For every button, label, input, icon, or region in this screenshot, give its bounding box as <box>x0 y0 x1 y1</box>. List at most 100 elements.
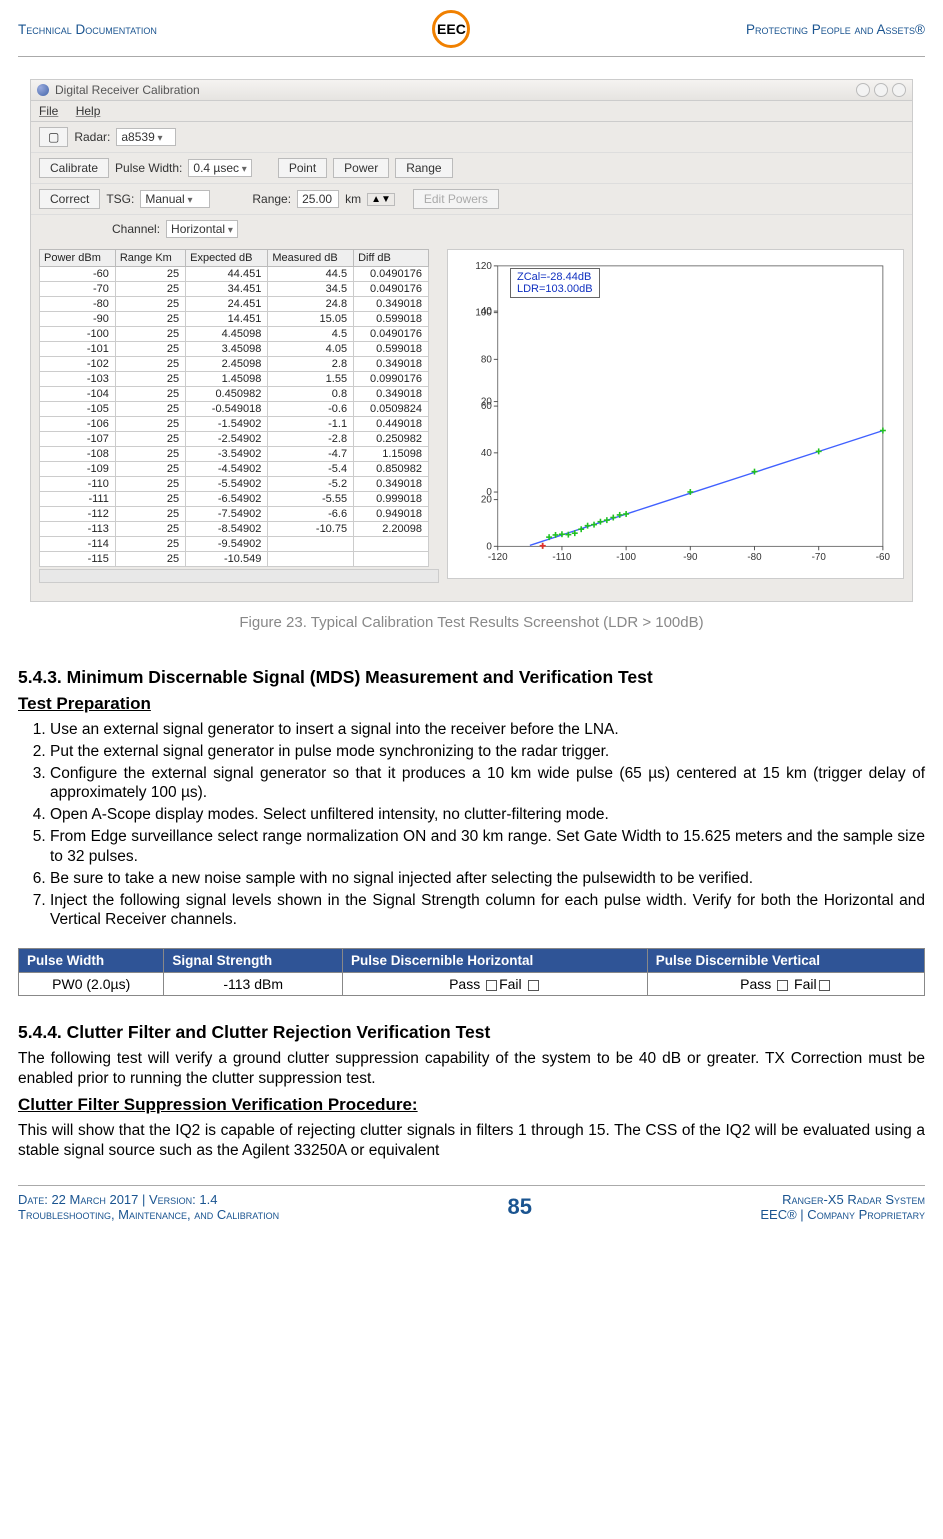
radar-label: Radar: <box>74 130 110 144</box>
edit-powers-button[interactable]: Edit Powers <box>413 189 499 209</box>
menubar: File Help <box>31 101 912 122</box>
table-header: Diff dB <box>354 250 429 267</box>
table-row: -802524.45124.80.349018 <box>40 297 429 312</box>
pulsewidth-select[interactable]: 0.4 µsec <box>188 159 251 177</box>
svg-text:120: 120 <box>475 261 492 272</box>
svg-text:80: 80 <box>481 354 492 365</box>
data-table: Power dBmRange KmExpected dBMeasured dBD… <box>39 249 429 567</box>
checkbox-icon[interactable] <box>528 980 539 991</box>
table-header: Signal Strength <box>164 949 343 973</box>
section-544-p2: This will show that the IQ2 is capable o… <box>18 1121 925 1161</box>
mds-table: Pulse WidthSignal StrengthPulse Discerni… <box>18 948 925 996</box>
figure-caption: Figure 23. Typical Calibration Test Resu… <box>18 614 925 631</box>
tsg-label: TSG: <box>106 192 134 206</box>
footer-proprietary: EEC® | Company Proprietary <box>760 1207 925 1222</box>
legend-ldr: LDR=103.00dB <box>517 283 593 295</box>
checkbox-icon[interactable] <box>819 980 830 991</box>
minimize-icon[interactable] <box>856 83 870 97</box>
new-doc-icon[interactable]: ▢ <box>39 127 68 147</box>
checkbox-icon[interactable] <box>486 980 497 991</box>
channel-select[interactable]: Horizontal <box>166 220 238 238</box>
list-item: Be sure to take a new noise sample with … <box>50 869 925 889</box>
test-preparation-heading: Test Preparation <box>18 694 925 714</box>
tab-point[interactable]: Point <box>278 158 327 178</box>
list-item: Put the external signal generator in pul… <box>50 742 925 762</box>
table-row: -10925-4.54902-5.40.850982 <box>40 462 429 477</box>
radar-select[interactable]: a8539 <box>116 128 176 146</box>
range-unit: km <box>345 192 361 206</box>
horizontal-scrollbar[interactable] <box>39 569 439 583</box>
table-row: -101253.450984.050.599018 <box>40 342 429 357</box>
footer-product: Ranger-X5 Radar System <box>760 1192 925 1207</box>
section-544-subhead: Clutter Filter Suppression Verification … <box>18 1095 925 1115</box>
svg-text:-110: -110 <box>552 552 572 563</box>
list-item: Open A-Scope display modes. Select unfil… <box>50 805 925 825</box>
svg-text:-60: -60 <box>876 552 891 563</box>
svg-text:20: 20 <box>481 495 492 506</box>
range-input[interactable]: 25.00 <box>297 190 339 208</box>
chart-legend: ZCal=-28.44dB LDR=103.00dB <box>510 268 600 298</box>
table-row: -10525-0.549018-0.60.0509824 <box>40 402 429 417</box>
table-row: -10825-3.54902-4.71.15098 <box>40 447 429 462</box>
table-header: Expected dB <box>186 250 268 267</box>
table-row: -10625-1.54902-1.10.449018 <box>40 417 429 432</box>
app-icon <box>37 84 49 96</box>
table-row: -11125-6.54902-5.550.999018 <box>40 492 429 507</box>
svg-text:-100: -100 <box>616 552 636 563</box>
window-titlebar: Digital Receiver Calibration <box>31 80 912 101</box>
header-right: Protecting People and Assets® <box>746 22 925 37</box>
page-footer: Date: 22 March 2017 | Version: 1.4 Troub… <box>18 1185 925 1222</box>
calibration-chart: ZCal=-28.44dB LDR=103.00dB 0204002040608… <box>447 249 904 579</box>
checkbox-icon[interactable] <box>777 980 788 991</box>
table-row: -102252.450982.80.349018 <box>40 357 429 372</box>
channel-label: Channel: <box>112 222 160 236</box>
table-header: Pulse Width <box>19 949 164 973</box>
footer-section-title: Troubleshooting, Maintenance, and Calibr… <box>18 1207 279 1222</box>
close-icon[interactable] <box>892 83 906 97</box>
table-row: -104250.4509820.80.349018 <box>40 387 429 402</box>
mds-pw: PW0 (2.0µs) <box>19 973 164 996</box>
tsg-select[interactable]: Manual <box>140 190 210 208</box>
legend-zcal: ZCal=-28.44dB <box>517 271 593 283</box>
table-row: -11425-9.54902 <box>40 537 429 552</box>
footer-date: Date: 22 March 2017 | Version: 1.4 <box>18 1192 279 1207</box>
calibrate-button[interactable]: Calibrate <box>39 158 109 178</box>
maximize-icon[interactable] <box>874 83 888 97</box>
table-row: -11225-7.54902-6.60.949018 <box>40 507 429 522</box>
svg-text:-70: -70 <box>812 552 827 563</box>
tab-range[interactable]: Range <box>395 158 452 178</box>
svg-text:40: 40 <box>481 448 492 459</box>
header-left: Technical Documentation <box>18 22 157 37</box>
section-544-heading: 5.4.4. Clutter Filter and Clutter Reject… <box>18 1022 925 1043</box>
list-item: Inject the following signal levels shown… <box>50 891 925 931</box>
table-row: -11525-10.549 <box>40 552 429 567</box>
list-item: From Edge surveillance select range norm… <box>50 827 925 867</box>
range-label: Range: <box>252 192 291 206</box>
svg-text:-90: -90 <box>683 552 698 563</box>
table-row: -602544.45144.50.0490176 <box>40 267 429 282</box>
svg-text:-80: -80 <box>747 552 762 563</box>
section-544-p1: The following test will verify a ground … <box>18 1049 925 1089</box>
table-row: -11325-8.54902-10.752.20098 <box>40 522 429 537</box>
company-logo: EEC <box>432 10 470 48</box>
table-header: Range Km <box>115 250 185 267</box>
calibration-screenshot: Digital Receiver Calibration File Help ▢… <box>30 79 913 602</box>
correct-button[interactable]: Correct <box>39 189 100 209</box>
svg-text:100: 100 <box>475 308 492 319</box>
window-title: Digital Receiver Calibration <box>55 83 200 97</box>
pulsewidth-label: Pulse Width: <box>115 161 182 175</box>
table-header: Pulse Discernible Vertical <box>647 949 924 973</box>
menu-file[interactable]: File <box>39 104 58 118</box>
list-item: Use an external signal generator to inse… <box>50 720 925 740</box>
menu-help[interactable]: Help <box>76 104 101 118</box>
table-row: -702534.45134.50.0490176 <box>40 282 429 297</box>
tab-power[interactable]: Power <box>333 158 389 178</box>
mds-ss: -113 dBm <box>164 973 343 996</box>
table-header: Measured dB <box>268 250 354 267</box>
table-row: -902514.45115.050.599018 <box>40 312 429 327</box>
chart-svg: 02040020406080100120-120-110-100-90-80-7… <box>454 256 897 572</box>
svg-text:60: 60 <box>481 401 492 412</box>
table-row: -10725-2.54902-2.80.250982 <box>40 432 429 447</box>
spinner-icon[interactable]: ▲▼ <box>367 193 395 206</box>
table-header: Pulse Discernible Horizontal <box>342 949 647 973</box>
